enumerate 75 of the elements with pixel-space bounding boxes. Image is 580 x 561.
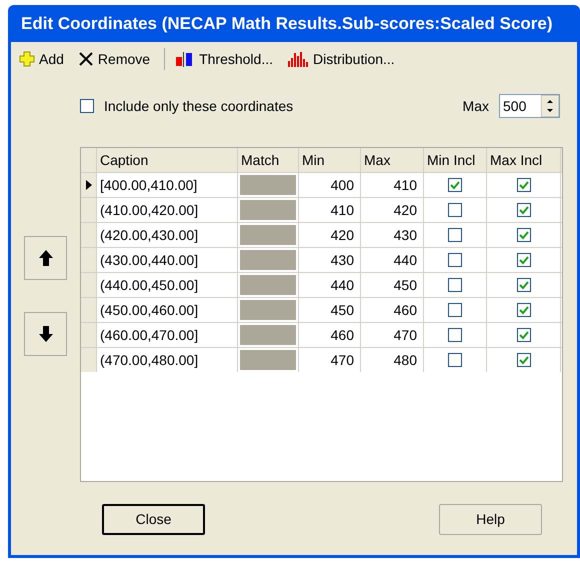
table-cell: (410.00,420.00] [97, 198, 238, 222]
table-cell: [400.00,410.00] [97, 173, 238, 197]
table-cell: 420 [361, 198, 424, 222]
checkbox[interactable] [516, 328, 530, 342]
checkbox[interactable] [516, 253, 530, 267]
match-swatch [240, 200, 296, 220]
match-swatch [240, 300, 296, 320]
checkbox[interactable] [448, 328, 462, 342]
table-cell: (430.00,440.00] [97, 248, 238, 272]
match-swatch [240, 225, 296, 245]
plus-icon [19, 51, 35, 67]
checkbox[interactable] [516, 203, 530, 217]
table-cell: 450 [361, 273, 424, 297]
table-cell: 460 [361, 298, 424, 322]
checkbox[interactable] [448, 228, 462, 242]
toolbar-button[interactable]: Threshold... [175, 48, 273, 70]
checkbox[interactable] [516, 353, 530, 367]
table-cell: 470 [299, 348, 361, 372]
table-cell: 410 [361, 173, 424, 197]
window-title: Edit Coordinates (NECAP Math Results.Sub-scores:Scaled Score) [20, 12, 554, 35]
toolbar-button[interactable]: Distribution... [287, 48, 395, 70]
checkbox[interactable] [516, 228, 530, 242]
table-cell: 440 [299, 273, 361, 297]
toolbar-button[interactable]: Add [19, 48, 64, 70]
column-header[interactable]: Match [238, 148, 299, 172]
match-swatch [240, 350, 296, 370]
column-header[interactable]: Max [361, 148, 424, 172]
move-down-button[interactable] [24, 312, 67, 356]
table-cell: (420.00,430.00] [97, 223, 238, 247]
max-spinbox[interactable]: 500 [499, 94, 560, 118]
up-arrow-icon [38, 249, 54, 267]
checkbox[interactable] [448, 203, 462, 217]
histogram-icon [287, 51, 309, 67]
column-header[interactable]: Max Incl [487, 148, 561, 172]
checkbox[interactable] [448, 303, 462, 317]
table-cell: 450 [299, 298, 361, 322]
checkbox[interactable] [448, 178, 462, 192]
row-pointer-icon [86, 180, 92, 190]
table-cell: 400 [299, 173, 361, 197]
table-cell: (460.00,470.00] [97, 323, 238, 347]
checkbox[interactable] [516, 178, 530, 192]
match-swatch [240, 325, 296, 345]
table-cell: 430 [361, 223, 424, 247]
column-header[interactable]: Caption [97, 148, 238, 172]
checkbox[interactable] [448, 353, 462, 367]
checkbox[interactable] [80, 99, 94, 113]
move-up-button[interactable] [24, 236, 67, 280]
table-cell: 440 [361, 248, 424, 272]
match-swatch [240, 175, 296, 195]
table-cell: 470 [361, 323, 424, 347]
table-cell: 480 [361, 348, 424, 372]
table-cell: (440.00,450.00] [97, 273, 238, 297]
max-label: Max [462, 96, 489, 116]
toolbar-button[interactable]: Remove [78, 48, 150, 70]
column-header[interactable]: Min [299, 148, 361, 172]
close-icon [78, 51, 94, 67]
dialog-button[interactable]: Help [439, 504, 542, 535]
spin-arrows-icon[interactable] [541, 95, 559, 117]
table-cell: (470.00,480.00] [97, 348, 238, 372]
match-swatch [240, 275, 296, 295]
column-header[interactable]: Min Incl [424, 148, 487, 172]
table-cell: 410 [299, 198, 361, 222]
checkbox[interactable] [516, 303, 530, 317]
checkbox[interactable] [448, 278, 462, 292]
match-swatch [240, 250, 296, 270]
table-cell: 430 [299, 248, 361, 272]
checkbox[interactable] [448, 253, 462, 267]
row-header[interactable] [81, 173, 97, 197]
checkbox-label: Include only these coordinates [104, 96, 294, 116]
dialog-button[interactable]: Close [102, 504, 205, 535]
down-arrow-icon [38, 325, 54, 343]
table-cell: 460 [299, 323, 361, 347]
checkbox[interactable] [516, 278, 530, 292]
table-cell: 420 [299, 223, 361, 247]
table-cell: (450.00,460.00] [97, 298, 238, 322]
